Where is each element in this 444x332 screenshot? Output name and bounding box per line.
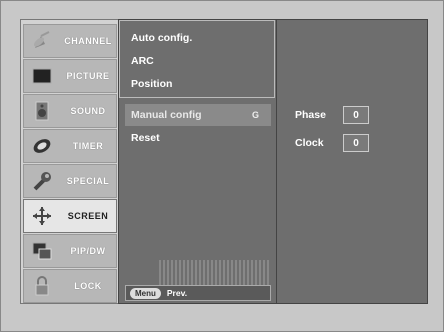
submenu-item-reset[interactable]: Reset bbox=[125, 127, 271, 149]
submenu-item-label: Reset bbox=[131, 132, 160, 144]
menu-item-lock[interactable]: LOCK bbox=[23, 269, 117, 303]
phase-row: Phase 0 bbox=[295, 106, 369, 124]
main-menu: CHANNEL PICTURE SOUND TIMER SPECIAL SCRE… bbox=[20, 19, 120, 304]
submenu-item-position[interactable]: Position bbox=[125, 73, 271, 95]
submenu-item-label: ARC bbox=[131, 55, 154, 67]
menu-item-channel[interactable]: CHANNEL bbox=[23, 24, 117, 58]
menu-button[interactable]: Menu bbox=[130, 287, 161, 299]
submenu-item-label: Manual config bbox=[131, 109, 202, 121]
clock-icon bbox=[30, 134, 54, 158]
menu-label-picture: PICTURE bbox=[66, 71, 110, 81]
manual-config-panel: Phase 0 Clock 0 bbox=[276, 19, 428, 304]
menu-label-timer: TIMER bbox=[72, 141, 104, 151]
submenu-item-arc[interactable]: ARC bbox=[125, 50, 271, 72]
tv-screen-icon bbox=[30, 64, 54, 88]
clock-row: Clock 0 bbox=[295, 134, 369, 152]
menu-item-sound[interactable]: SOUND bbox=[23, 94, 117, 128]
speaker-icon bbox=[30, 99, 54, 123]
submenu-item-label: Auto config. bbox=[131, 32, 193, 44]
menu-label-lock: LOCK bbox=[74, 281, 102, 291]
screen-submenu: Auto config. ARC Position Manual config … bbox=[118, 19, 278, 304]
clock-value[interactable]: 0 bbox=[343, 134, 369, 152]
pip-windows-icon bbox=[30, 239, 54, 263]
phase-value[interactable]: 0 bbox=[343, 106, 369, 124]
menu-label-screen: SCREEN bbox=[67, 211, 109, 221]
lock-icon bbox=[30, 274, 54, 298]
prev-label: Prev. bbox=[166, 288, 188, 298]
menu-label-sound: SOUND bbox=[70, 106, 106, 116]
navigation-hint-bar: Menu Prev. bbox=[125, 285, 271, 301]
tv-osd-frame: CHANNEL PICTURE SOUND TIMER SPECIAL SCRE… bbox=[0, 0, 444, 332]
menu-label-pipdw: PIP/DW bbox=[70, 246, 106, 256]
submenu-item-label: Position bbox=[131, 78, 173, 90]
menu-item-screen[interactable]: SCREEN bbox=[23, 199, 117, 233]
submenu-item-manual-config[interactable]: Manual config G bbox=[125, 104, 271, 126]
phase-label: Phase bbox=[295, 109, 326, 121]
menu-label-channel: CHANNEL bbox=[64, 36, 112, 46]
move-arrows-icon bbox=[30, 204, 54, 228]
submenu-item-auto-config[interactable]: Auto config. bbox=[125, 27, 271, 49]
menu-item-pipdw[interactable]: PIP/DW bbox=[23, 234, 117, 268]
menu-label-special: SPECIAL bbox=[66, 176, 110, 186]
wrench-icon bbox=[30, 169, 54, 193]
satellite-dish-icon bbox=[30, 29, 54, 53]
menu-item-timer[interactable]: TIMER bbox=[23, 129, 117, 163]
menu-item-special[interactable]: SPECIAL bbox=[23, 164, 117, 198]
submenu-item-hint: G bbox=[251, 110, 259, 120]
clock-label: Clock bbox=[295, 137, 324, 149]
menu-item-picture[interactable]: PICTURE bbox=[23, 59, 117, 93]
